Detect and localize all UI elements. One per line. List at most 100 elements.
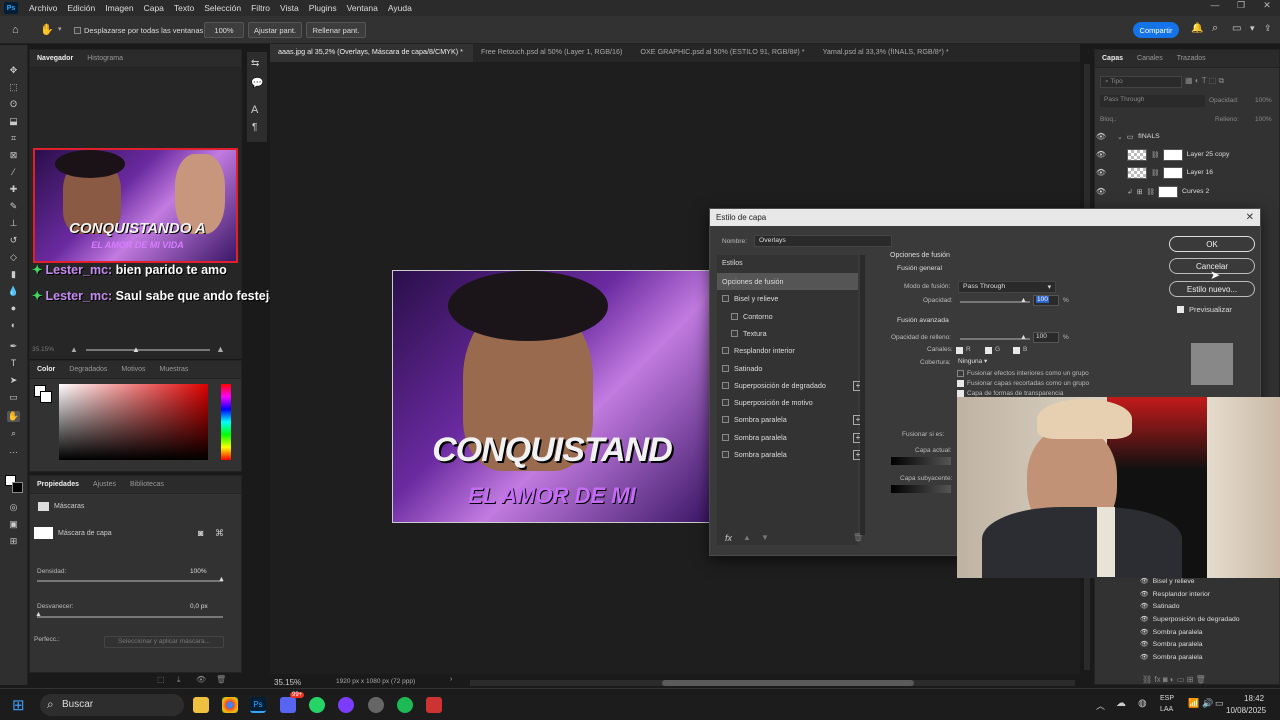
slider-thumb[interactable]: ▲: [1020, 334, 1027, 341]
restore-icon[interactable]: ❐: [1228, 0, 1254, 11]
navigator-thumbnail[interactable]: CONQUISTANDO A EL AMOR DE MI VIDA: [33, 148, 238, 263]
hue-slider[interactable]: [221, 384, 231, 460]
app-icon[interactable]: [426, 697, 442, 713]
slider-thumb[interactable]: ▲: [1020, 297, 1027, 304]
history-panel-icon[interactable]: ⇆: [251, 58, 259, 69]
move-tool-icon[interactable]: ✥: [7, 65, 20, 76]
style-item[interactable]: Sombra paralela: [722, 450, 787, 459]
style-checkbox[interactable]: [731, 312, 738, 320]
style-item[interactable]: Opciones de fusión: [722, 277, 784, 286]
tab-navigator[interactable]: Navegador: [30, 55, 80, 62]
history-brush-tool-icon[interactable]: ↺: [7, 235, 20, 246]
blend-interior-checkbox[interactable]: [957, 370, 964, 377]
apply-mask-icon[interactable]: ⤓: [177, 675, 181, 685]
slider-thumb[interactable]: ▲: [35, 611, 42, 618]
channel-r-checkbox[interactable]: [956, 347, 963, 354]
menu-capa[interactable]: Capa: [139, 3, 169, 13]
opacity-input[interactable]: 100: [1033, 295, 1059, 306]
comments-panel-icon[interactable]: 💬: [251, 78, 263, 89]
density-slider[interactable]: [37, 580, 223, 582]
eye-icon[interactable]: 👁: [1095, 150, 1107, 159]
eye-icon[interactable]: 👁: [1140, 615, 1149, 623]
ok-button[interactable]: OK: [1169, 236, 1255, 252]
layers-footer-icons[interactable]: ⛓ fx ◙ ◐ ▭ ⊞ 🗑: [1142, 675, 1206, 684]
frame-tool-icon[interactable]: ⊠: [7, 150, 20, 161]
style-item[interactable]: Sombra paralela: [722, 415, 787, 424]
select-pixels-icon[interactable]: ◙: [198, 528, 203, 538]
menu-vista[interactable]: Vista: [275, 3, 304, 13]
obs-icon[interactable]: [368, 697, 384, 713]
home-icon[interactable]: ⌂: [12, 24, 19, 36]
hand-tool-icon[interactable]: ✋: [7, 411, 20, 422]
eye-icon[interactable]: 👁: [1140, 653, 1149, 661]
fx-icon[interactable]: fx: [725, 533, 732, 543]
tray-app-icon[interactable]: ◍: [1138, 698, 1147, 709]
navigator-zoom-slider[interactable]: [86, 349, 210, 351]
dodge-tool-icon[interactable]: ●: [7, 303, 20, 314]
style-checkbox[interactable]: [722, 416, 729, 424]
menu-archivo[interactable]: Archivo: [24, 3, 62, 13]
chevron-down-icon[interactable]: ▾: [58, 25, 62, 33]
select-and-mask-button[interactable]: Seleccionar y aplicar máscara...: [104, 636, 224, 648]
effect-row[interactable]: 👁 Bisel y relieve: [1140, 577, 1195, 586]
discord-icon[interactable]: [280, 697, 296, 713]
style-name-input[interactable]: Overlays: [754, 235, 892, 247]
effect-row[interactable]: 👁 Superposición de degradado: [1140, 615, 1240, 624]
whatsapp-icon[interactable]: [309, 697, 325, 713]
style-item[interactable]: Resplandor interior: [722, 346, 795, 355]
style-checkbox[interactable]: [722, 381, 729, 389]
vector-mask-icon[interactable]: ⌘: [215, 528, 224, 539]
menu-texto[interactable]: Texto: [169, 3, 199, 13]
battery-icon[interactable]: ▭: [1215, 698, 1224, 709]
effect-row[interactable]: 👁 Resplandor interior: [1140, 590, 1210, 599]
tab-layers[interactable]: Capas: [1095, 55, 1130, 62]
effect-row[interactable]: 👁 Sombra paralela: [1140, 640, 1203, 649]
bell-icon[interactable]: 🔔: [1191, 23, 1203, 34]
path-select-tool-icon[interactable]: ➤: [7, 375, 20, 386]
fill-opacity-input[interactable]: 100: [1033, 332, 1059, 343]
eye-icon[interactable]: 👁: [1140, 602, 1149, 610]
tab-color[interactable]: Color: [30, 366, 62, 373]
fill-screen-button[interactable]: Rellenar pant.: [306, 22, 366, 38]
clone-stamp-tool-icon[interactable]: ⊥: [7, 218, 20, 229]
more-tools-icon[interactable]: …: [7, 445, 20, 456]
channel-b-checkbox[interactable]: [1013, 347, 1020, 354]
healing-brush-tool-icon[interactable]: ✚: [7, 184, 20, 195]
close-icon[interactable]: ✕: [1254, 0, 1280, 11]
tab-libraries[interactable]: Bibliotecas: [123, 481, 171, 488]
doc-tab-aaas[interactable]: aaas.jpg al 35,2% (Overlays, Máscara de …: [270, 44, 473, 62]
menu-plugins[interactable]: Plugins: [304, 3, 342, 13]
style-item[interactable]: Superposición de motivo: [722, 398, 813, 407]
style-checkbox[interactable]: [722, 295, 729, 303]
wifi-icon[interactable]: 📶: [1188, 698, 1199, 709]
clock-time[interactable]: 18:42: [1244, 694, 1264, 703]
type-tool-icon[interactable]: T: [7, 358, 20, 369]
eraser-tool-icon[interactable]: ◇: [7, 252, 20, 263]
chevron-down-icon[interactable]: ▾: [1250, 23, 1255, 34]
character-panel-icon[interactable]: A: [251, 104, 258, 116]
layer-filter-input[interactable]: ⌕ Tipo: [1100, 76, 1182, 88]
style-item[interactable]: Bisel y relieve: [722, 294, 778, 303]
volume-icon[interactable]: 🔊: [1202, 698, 1213, 709]
photoshop-taskbar-icon[interactable]: Ps: [250, 697, 266, 713]
tab-patterns[interactable]: Motivos: [114, 366, 152, 373]
background-color-swatch[interactable]: [12, 482, 23, 493]
style-checkbox[interactable]: [722, 433, 729, 441]
zoom-out-icon[interactable]: ▲: [70, 345, 78, 354]
navigator-zoom-value[interactable]: 35.15%: [32, 346, 54, 353]
gradient-tool-icon[interactable]: ▮: [7, 269, 20, 280]
menu-ventana[interactable]: Ventana: [342, 3, 383, 13]
feather-value[interactable]: 0,0 px: [190, 603, 208, 610]
blend-clipped-checkbox[interactable]: [957, 380, 964, 387]
hand-tool-icon[interactable]: ✋: [40, 23, 54, 36]
layer-row[interactable]: 👁 ↲ ⊞ ⛓ Curves 2: [1095, 183, 1265, 200]
workspace-icon[interactable]: ▭: [1232, 23, 1241, 34]
channel-g-checkbox[interactable]: [985, 347, 992, 354]
style-checkbox[interactable]: [722, 364, 729, 372]
style-checkbox[interactable]: [722, 347, 729, 355]
color-field[interactable]: [59, 384, 208, 460]
effect-row[interactable]: 👁 Sombra paralela: [1140, 653, 1203, 662]
share-button[interactable]: Compartir: [1133, 22, 1179, 38]
eye-icon[interactable]: 👁: [1095, 132, 1107, 141]
tab-channels[interactable]: Canales: [1130, 55, 1170, 62]
